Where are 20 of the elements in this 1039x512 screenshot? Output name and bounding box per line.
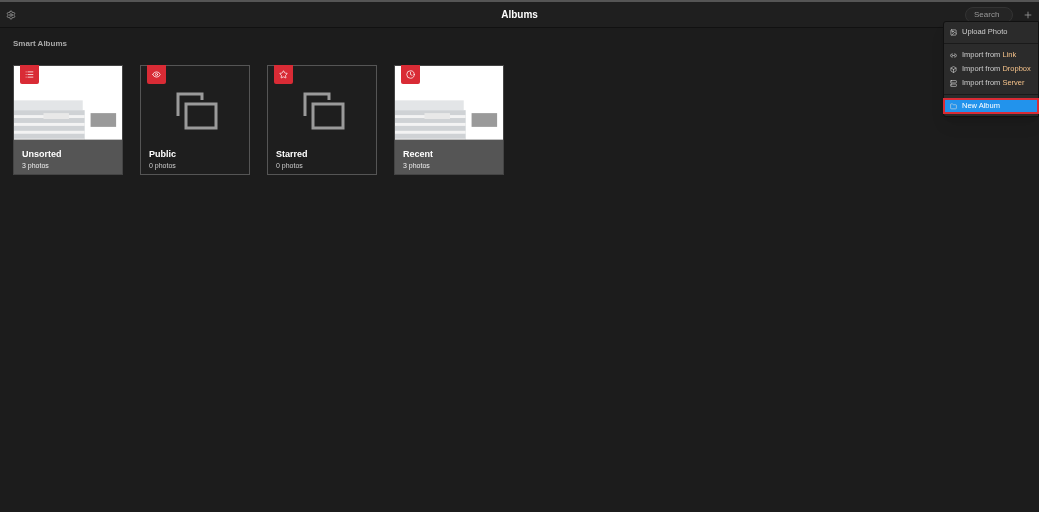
section-title: Smart Albums	[13, 38, 67, 50]
link-icon	[950, 51, 957, 59]
window-title: Albums	[501, 8, 538, 22]
settings-icon[interactable]	[6, 9, 16, 20]
album-title: Public	[149, 148, 176, 161]
album-title: Starred	[276, 148, 308, 161]
eye-icon	[152, 70, 161, 79]
photos-icon	[176, 92, 218, 130]
add-icon[interactable]	[1023, 9, 1033, 20]
photos-icon	[303, 92, 345, 130]
search-field[interactable]: Search	[965, 6, 1013, 23]
image-icon	[950, 28, 957, 36]
folder-icon	[950, 102, 957, 110]
box-icon	[950, 65, 957, 73]
clock-icon	[406, 70, 415, 79]
album-title: Unsorted	[22, 148, 62, 161]
star-icon	[279, 70, 288, 79]
list-icon	[25, 70, 34, 79]
server-icon	[950, 79, 957, 87]
album-title: Recent	[403, 148, 433, 161]
